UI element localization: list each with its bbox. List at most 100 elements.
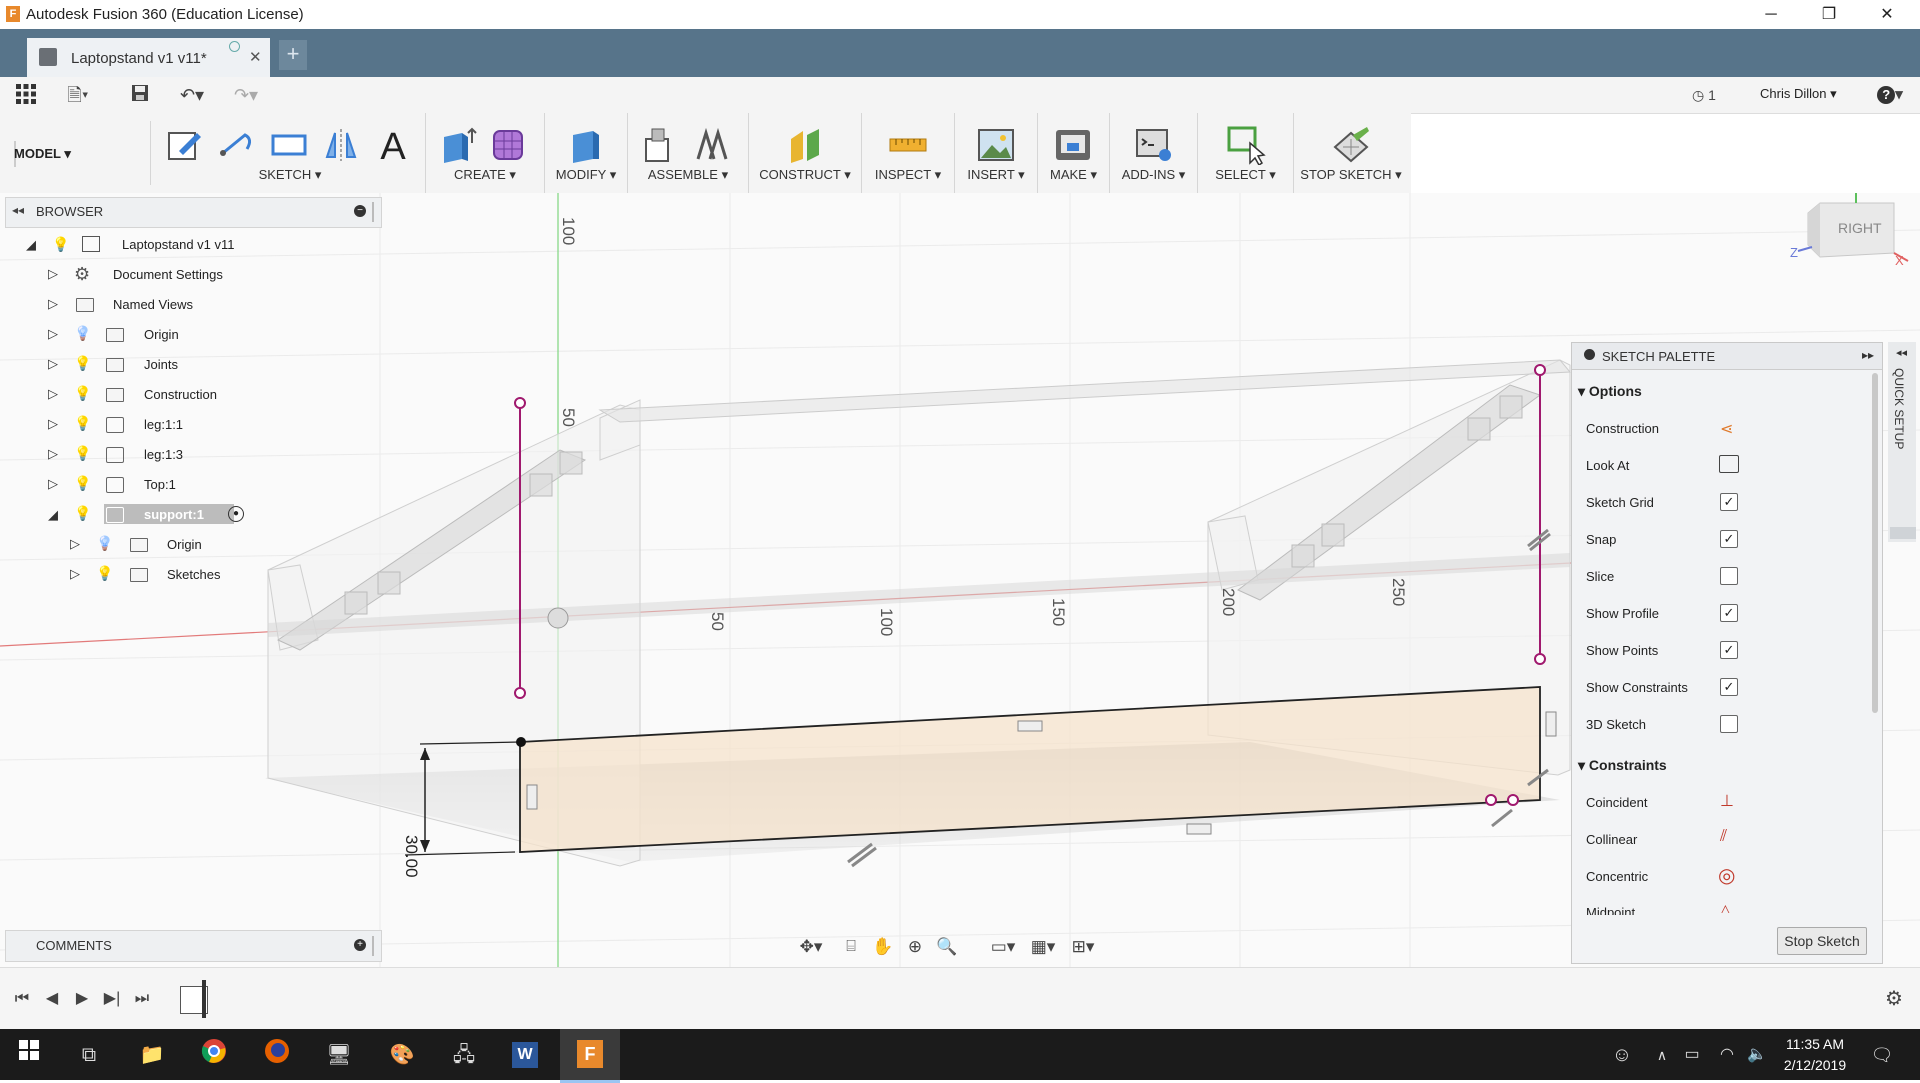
visibility-bulb-icon[interactable]: 💡 bbox=[74, 385, 91, 402]
show-profile-checkbox[interactable]: ✓ bbox=[1720, 604, 1738, 622]
quick-setup-handle[interactable] bbox=[1890, 527, 1916, 539]
insert-image-icon[interactable] bbox=[976, 125, 1016, 165]
select-icon[interactable] bbox=[1226, 125, 1266, 165]
palette-pin-icon[interactable] bbox=[1584, 349, 1595, 360]
line-icon[interactable] bbox=[217, 125, 257, 165]
app-icon[interactable]: 🖥 bbox=[322, 1038, 356, 1072]
network-app-icon[interactable]: 🖧 bbox=[447, 1038, 481, 1072]
data-panel-grid-icon[interactable] bbox=[12, 83, 40, 107]
offset-plane-icon[interactable] bbox=[785, 125, 825, 165]
visibility-bulb-off-icon[interactable]: 💡 bbox=[96, 535, 113, 552]
close-tab-icon[interactable]: ✕ bbox=[249, 48, 262, 66]
coincident-icon[interactable]: ⊥ bbox=[1720, 791, 1734, 811]
word-icon[interactable]: W bbox=[508, 1038, 542, 1072]
stop-sketch-button[interactable]: Stop Sketch bbox=[1777, 927, 1867, 955]
create-menu[interactable]: CREATE ▾ bbox=[426, 167, 544, 183]
view-cube-face[interactable]: RIGHT bbox=[1838, 220, 1882, 236]
select-menu[interactable]: SELECT ▾ bbox=[1198, 167, 1293, 183]
palette-scrollbar[interactable] bbox=[1872, 373, 1878, 713]
add-comment-icon[interactable]: + bbox=[354, 939, 366, 951]
collapse-browser-icon[interactable]: ◂◂ bbox=[12, 203, 24, 217]
show-constraints-checkbox[interactable]: ✓ bbox=[1720, 678, 1738, 696]
expand-arrow-icon[interactable]: ▷ bbox=[48, 266, 60, 281]
stop-sketch-menu[interactable]: STOP SKETCH ▾ bbox=[1294, 167, 1408, 183]
dimension-value[interactable]: 30.00 bbox=[402, 835, 421, 878]
volume-icon[interactable]: 🔈 bbox=[1740, 1038, 1774, 1072]
fusion-taskbar-button[interactable]: F bbox=[560, 1029, 620, 1083]
people-icon[interactable]: ☺ bbox=[1605, 1038, 1639, 1072]
finish-sketch-icon[interactable] bbox=[1331, 125, 1371, 165]
redo-icon[interactable]: ↷▾ bbox=[232, 83, 260, 107]
expand-arrow-icon[interactable]: ▷ bbox=[48, 446, 60, 461]
view-cube[interactable]: RIGHT Y Z X bbox=[1790, 193, 1910, 268]
step-back-icon[interactable]: ◀ bbox=[38, 987, 66, 1011]
undo-icon[interactable]: ↶▾ bbox=[178, 83, 206, 107]
show-hidden-icons[interactable]: ∧ bbox=[1645, 1038, 1679, 1072]
go-to-start-icon[interactable]: ⏮ bbox=[8, 987, 36, 1011]
sketch-palette-header[interactable]: SKETCH PALETTE ▸▸ bbox=[1572, 343, 1882, 370]
battery-icon[interactable]: ▭ bbox=[1675, 1038, 1709, 1072]
zoom-icon[interactable]: ⊕ bbox=[901, 935, 929, 959]
minimize-button[interactable]: ─ bbox=[1742, 0, 1800, 29]
measure-icon[interactable] bbox=[888, 125, 928, 165]
visibility-bulb-icon[interactable]: 💡 bbox=[96, 565, 113, 582]
3d-sketch-checkbox[interactable] bbox=[1720, 715, 1738, 733]
scripts-addins-icon[interactable] bbox=[1134, 125, 1174, 165]
sketch-menu[interactable]: SKETCH ▾ bbox=[155, 167, 425, 183]
browser-panel-header[interactable]: ◂◂ BROWSER − bbox=[5, 197, 382, 228]
user-account-menu[interactable]: Chris Dillon ▾ bbox=[1760, 86, 1837, 102]
visibility-bulb-icon[interactable]: 💡 bbox=[74, 445, 91, 462]
panel-grip[interactable] bbox=[372, 936, 374, 956]
go-to-end-icon[interactable]: ⏭ bbox=[128, 987, 156, 1011]
3d-print-icon[interactable] bbox=[1053, 125, 1093, 165]
fit-icon[interactable]: 🔍▾ bbox=[933, 935, 961, 980]
expand-arrow-icon[interactable]: ▷ bbox=[48, 386, 60, 401]
chrome-icon[interactable] bbox=[197, 1038, 231, 1072]
close-window-button[interactable]: ✕ bbox=[1858, 0, 1916, 29]
browser-pin-icon[interactable]: − bbox=[354, 205, 366, 217]
comments-panel-header[interactable]: COMMENTS + bbox=[5, 930, 382, 962]
modify-menu[interactable]: MODIFY ▾ bbox=[545, 167, 627, 183]
visibility-bulb-icon[interactable]: 💡 bbox=[74, 415, 91, 432]
firefox-icon[interactable] bbox=[260, 1038, 294, 1072]
step-forward-icon[interactable]: ▶| bbox=[98, 987, 126, 1011]
text-icon[interactable]: A bbox=[373, 125, 413, 165]
visibility-bulb-icon[interactable]: 💡 bbox=[74, 355, 91, 372]
insert-menu[interactable]: INSERT ▾ bbox=[955, 167, 1037, 183]
timeline-settings-gear-icon[interactable]: ⚙ bbox=[1880, 987, 1908, 1011]
file-explorer-icon[interactable]: 📁 bbox=[135, 1038, 169, 1072]
task-view-icon[interactable]: ⧉ bbox=[72, 1038, 106, 1072]
windows-start-icon[interactable] bbox=[12, 1038, 46, 1072]
visibility-bulb-off-icon[interactable]: 💡 bbox=[74, 325, 91, 342]
options-section-header[interactable]: ▾ Options bbox=[1578, 383, 1642, 400]
save-icon[interactable] bbox=[126, 83, 154, 107]
mirror-icon[interactable] bbox=[321, 125, 361, 165]
quick-setup-panel[interactable]: ◂◂ QUICK SETUP bbox=[1888, 342, 1916, 542]
expand-arrow-icon[interactable]: ▷ bbox=[48, 476, 60, 491]
form-icon[interactable] bbox=[488, 125, 528, 165]
collapse-arrow-icon[interactable]: ◢ bbox=[48, 507, 60, 522]
rectangle-icon[interactable] bbox=[269, 125, 309, 165]
expand-arrow-icon[interactable]: ▷ bbox=[70, 566, 82, 581]
notifications-icon[interactable]: 🗨 bbox=[1865, 1038, 1899, 1072]
expand-arrow-icon[interactable]: ▷ bbox=[70, 536, 82, 551]
expand-arrow-icon[interactable]: ▷ bbox=[48, 356, 60, 371]
constraints-section-header[interactable]: ▾ Constraints bbox=[1578, 757, 1667, 774]
activate-radio-icon[interactable]: ● bbox=[228, 506, 244, 522]
timeline-marker[interactable] bbox=[202, 980, 206, 1018]
collapse-quick-setup-icon[interactable]: ◂◂ bbox=[1896, 346, 1907, 359]
file-menu-icon[interactable]: 🗎▾ bbox=[64, 83, 92, 107]
inspect-menu[interactable]: INSPECT ▾ bbox=[862, 167, 954, 183]
sketch-grid-checkbox[interactable]: ✓ bbox=[1720, 493, 1738, 511]
assemble-menu[interactable]: ASSEMBLE ▾ bbox=[628, 167, 748, 183]
slice-checkbox[interactable] bbox=[1720, 567, 1738, 585]
expand-palette-icon[interactable]: ▸▸ bbox=[1862, 348, 1874, 362]
expand-arrow-icon[interactable]: ▷ bbox=[48, 416, 60, 431]
help-icon[interactable]: ? ▾ bbox=[1870, 83, 1910, 107]
concentric-icon[interactable]: ◎ bbox=[1718, 863, 1735, 888]
show-points-checkbox[interactable]: ✓ bbox=[1720, 641, 1738, 659]
display-settings-icon[interactable]: ▭▾ bbox=[989, 935, 1017, 959]
look-at-nav-icon[interactable]: ⌸ bbox=[837, 935, 865, 959]
extrude-icon[interactable] bbox=[438, 125, 478, 165]
create-sketch-icon[interactable] bbox=[165, 125, 205, 165]
